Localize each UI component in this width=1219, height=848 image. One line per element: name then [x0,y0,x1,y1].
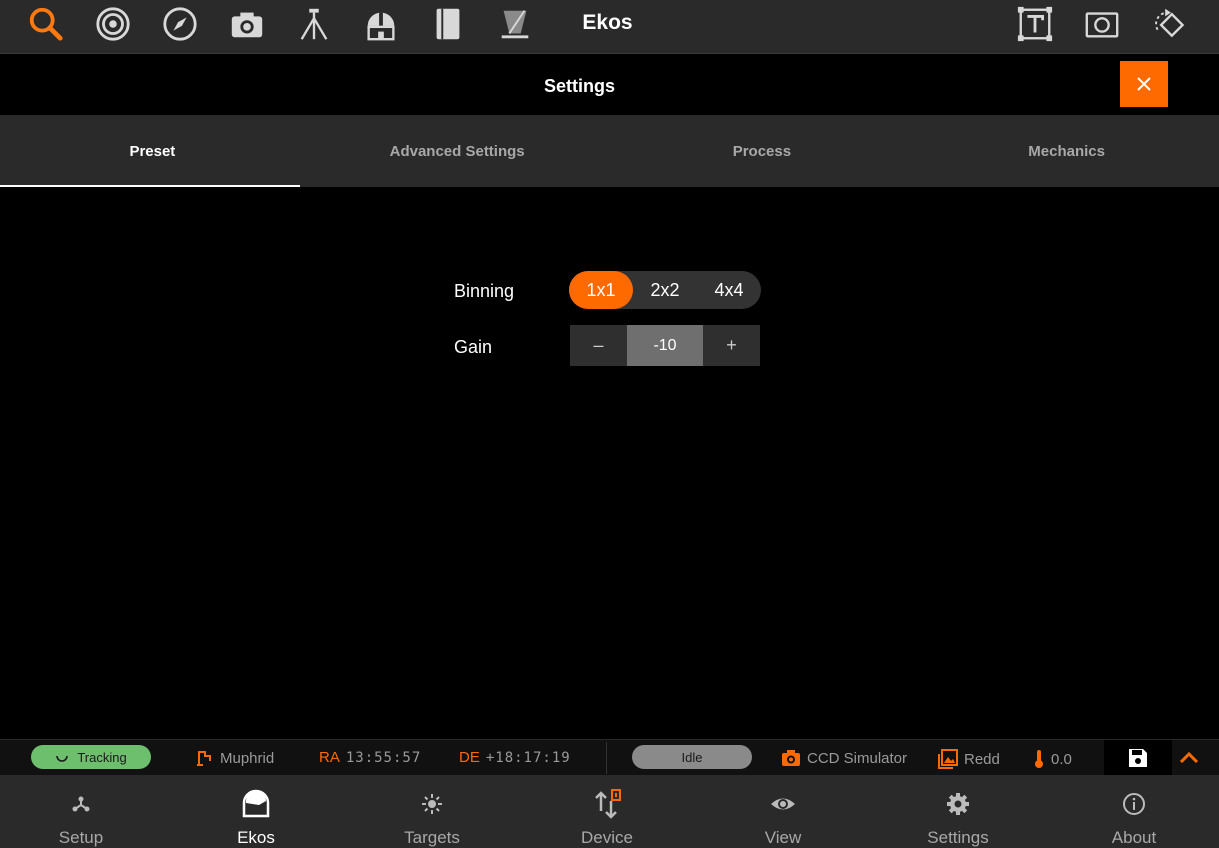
nav-about-label: About [1111,828,1157,847]
chevron-up-icon [1179,751,1199,764]
nav-settings-label: Settings [927,828,989,847]
gallery-icon [938,749,958,769]
device-icon [595,789,621,819]
camera-status[interactable]: CCD Simulator [781,749,907,767]
image-name: Redd [964,750,1000,768]
status-divider [606,742,607,774]
gear-icon [947,793,969,815]
binning-option-1x1[interactable]: 1x1 [569,271,633,309]
tab-mechanics[interactable]: Mechanics [914,115,1219,187]
gain-value[interactable]: -10 [627,325,703,366]
bottom-navigation: Setup Ekos Targets Device View Settings … [0,775,1219,848]
gain-label: Gain [454,337,493,357]
tab-process[interactable]: Process [610,115,915,187]
search-icon[interactable] [24,4,68,44]
filter-icon[interactable] [493,4,537,44]
thermometer-icon [1035,750,1043,768]
save-icon [1129,749,1147,767]
nav-targets[interactable]: Targets [362,775,502,848]
settings-header: Settings [0,54,1219,115]
settings-tabs: Preset Advanced Settings Process Mechani… [0,115,1219,187]
targets-icon [422,794,442,814]
tracking-status-badge[interactable]: Tracking [31,745,151,769]
tripod-icon[interactable] [292,4,336,44]
compass-icon[interactable] [158,4,202,44]
ra-label: RA [319,749,340,766]
nav-view-label: View [764,828,802,847]
de-label: DE [459,749,480,766]
nav-ekos[interactable]: Ekos [186,775,326,848]
nav-view[interactable]: View [713,775,853,848]
image-status[interactable]: Redd [938,749,1000,769]
temperature-status: 0.0 [1033,749,1072,769]
telescope-mount-icon [197,751,211,766]
setup-icon [72,796,90,812]
status-bar: Tracking Muphrid RA 13:55:57 DE +18:17:1… [0,739,1219,776]
binning-label: Binning [454,281,515,301]
screenshot-icon[interactable] [1080,4,1124,44]
app-title: Ekos [582,11,633,34]
text-frame-icon[interactable] [1013,4,1057,44]
tab-advanced-settings[interactable]: Advanced Settings [305,115,610,187]
binning-option-4x4[interactable]: 4x4 [697,271,761,309]
tracking-label: Tracking [77,749,127,765]
capture-state-badge[interactable]: Idle [632,745,752,769]
eye-icon [771,798,795,810]
target-icon[interactable] [91,4,135,44]
notebook-icon[interactable] [426,4,470,44]
observatory-icon[interactable] [359,4,403,44]
tracking-icon [56,755,69,762]
binning-selector: 1x1 2x2 4x4 [569,271,761,309]
de-readout: DE +18:17:19 [459,749,571,766]
close-button[interactable] [1120,61,1168,107]
nav-setup-label: Setup [58,828,104,847]
target-name: Muphrid [220,749,275,767]
nav-device-label: Device [581,828,633,847]
nav-targets-label: Targets [404,828,460,847]
camera-name: CCD Simulator [807,749,908,767]
nav-setup[interactable]: Setup [11,775,151,848]
nav-about[interactable]: About [1064,775,1204,848]
nav-ekos-label: Ekos [237,828,275,847]
nav-settings[interactable]: Settings [888,775,1028,848]
settings-title: Settings [543,76,615,96]
camera-status-icon [782,750,800,766]
target-status[interactable]: Muphrid [196,749,274,767]
rotate-icon[interactable] [1147,4,1191,44]
de-value: +18:17:19 [485,749,571,766]
nav-device[interactable]: Device [537,775,677,848]
ra-value: 13:55:57 [345,749,422,766]
save-button[interactable] [1104,740,1172,776]
binning-option-2x2[interactable]: 2x2 [633,271,697,309]
gain-stepper: – -10 + [570,325,760,366]
expand-button[interactable] [1178,748,1200,768]
info-icon [1123,793,1145,815]
gain-decrement-button[interactable]: – [570,325,627,366]
tab-preset[interactable]: Preset [0,115,305,187]
temperature-value: 0.0 [1051,750,1072,768]
camera-icon[interactable] [225,4,269,44]
ra-readout: RA 13:55:57 [319,749,421,766]
top-toolbar: Ekos [0,0,1219,54]
close-icon [1137,77,1151,91]
ekos-icon [242,789,270,818]
gain-increment-button[interactable]: + [703,325,760,366]
